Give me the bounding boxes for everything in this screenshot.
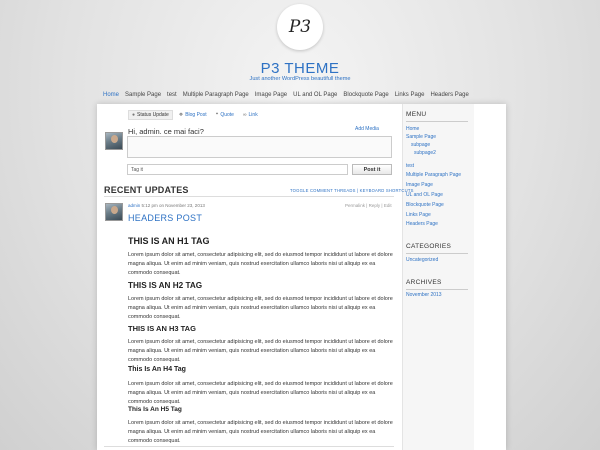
paragraph: Lorem ipsum dolor sit amet, consectetur … (128, 296, 393, 320)
post-author-link[interactable]: admin (128, 203, 140, 208)
sidebar-categories-heading: CATEGORIES (406, 243, 452, 250)
h5-heading: This Is An H5 Tag (128, 406, 182, 413)
paragraph: Lorem ipsum dolor sit amet, consectetur … (128, 339, 393, 363)
sidebar-item-blockquote-page[interactable]: Blockquote Page (406, 202, 444, 208)
sidebar-archive-november-2013[interactable]: November 2013 (406, 292, 442, 298)
tab-quote[interactable]: ❝ Quote (213, 110, 237, 120)
pin-icon: ❖ (178, 112, 184, 118)
divider (104, 446, 394, 447)
sidebar-archives-heading: ARCHIVES (406, 279, 442, 286)
post-it-button[interactable]: Post it (352, 164, 392, 175)
tab-label: Quote (220, 112, 234, 118)
divider (104, 196, 394, 197)
tab-link[interactable]: ∞ Link (240, 110, 261, 120)
toggle-threads-shortcuts-links[interactable]: TOGGLE COMMENT THREADS | KEYBOARD SHORTC… (290, 188, 414, 193)
sidebar-item-subpage2[interactable]: subpage2 (414, 150, 436, 156)
add-media-link[interactable]: Add Media (355, 126, 379, 132)
h1-heading: THIS IS AN H1 TAG (128, 236, 210, 246)
paragraph: Lorem ipsum dolor sit amet, consectetur … (128, 381, 393, 405)
tab-label: Blog Post (185, 112, 207, 118)
tab-blog-post[interactable]: ❖ Blog Post (176, 110, 210, 120)
divider (406, 289, 468, 290)
divider (406, 253, 468, 254)
link-icon: ∞ (242, 112, 247, 118)
sidebar-item-subpage[interactable]: subpage (411, 142, 430, 148)
site-description: Just another WordPress beautifull theme (249, 76, 351, 82)
post-type-tabs: ● Status Update ❖ Blog Post ❝ Quote ∞ Li… (128, 110, 261, 120)
nav-item-headers-page[interactable]: Headers Page (430, 92, 468, 102)
post-textarea[interactable] (127, 136, 392, 158)
post-author-avatar[interactable] (105, 203, 123, 221)
main-nav: Home Sample Page test Multiple Paragraph… (103, 92, 469, 102)
nav-item-multiple-paragraph-page[interactable]: Multiple Paragraph Page (183, 92, 249, 102)
sidebar-item-test[interactable]: test (406, 163, 414, 169)
user-icon: ● (132, 112, 136, 118)
nav-item-sample-page[interactable]: Sample Page (125, 92, 161, 102)
tab-status-update[interactable]: ● Status Update (128, 110, 173, 120)
sidebar-category-uncategorized[interactable]: Uncategorized (406, 257, 438, 263)
nav-item-blockquote-page[interactable]: Blockquote Page (343, 92, 388, 102)
tab-label: Link (248, 112, 258, 118)
divider (406, 121, 468, 122)
post-date: 5:12 pm on November 23, 2013 (141, 203, 205, 208)
post-meta: admin 5:12 pm on November 23, 2013 (128, 203, 205, 208)
sidebar-menu-heading: MENU (406, 111, 427, 118)
nav-item-image-page[interactable]: Image Page (255, 92, 287, 102)
sidebar-item-home[interactable]: Home (406, 126, 419, 132)
sidebar-item-multiple-paragraph-page[interactable]: Multiple Paragraph Page (406, 172, 461, 178)
post-greeting: Hi, admin. ce mai faci? (128, 127, 204, 136)
tag-input[interactable] (127, 164, 348, 175)
nav-item-test[interactable]: test (167, 92, 177, 102)
recent-updates-heading: RECENT UPDATES (104, 185, 189, 195)
sidebar-item-sample-page[interactable]: Sample Page (406, 134, 436, 140)
sidebar-panel (402, 104, 474, 450)
site-logo[interactable]: P3 (277, 4, 323, 50)
nav-item-ul-ol-page[interactable]: UL and OL Page (293, 92, 337, 102)
post-actions[interactable]: Permalink | Reply | Edit (345, 203, 392, 208)
sidebar-item-links-page[interactable]: Links Page (406, 212, 431, 218)
paragraph: Lorem ipsum dolor sit amet, consectetur … (128, 420, 393, 444)
sidebar-item-ul-ol-page[interactable]: UL and OL Page (406, 192, 443, 198)
site-title[interactable]: P3 THEME (0, 60, 600, 77)
paragraph: Lorem ipsum dolor sit amet, consectetur … (128, 252, 393, 276)
tab-label: Status Update (137, 112, 169, 118)
sidebar-item-headers-page[interactable]: Headers Page (406, 221, 438, 227)
h2-heading: THIS IS AN H2 TAG (128, 281, 203, 290)
nav-item-links-page[interactable]: Links Page (395, 92, 425, 102)
h4-heading: This Is An H4 Tag (128, 366, 186, 373)
post-title[interactable]: HEADERS POST (128, 213, 202, 223)
user-avatar (105, 132, 123, 150)
sidebar-item-image-page[interactable]: Image Page (406, 182, 433, 188)
h3-heading: THIS IS AN H3 TAG (128, 324, 196, 333)
nav-item-home[interactable]: Home (103, 92, 119, 102)
quote-icon: ❝ (215, 112, 219, 118)
logo-text: P3 (288, 17, 312, 37)
